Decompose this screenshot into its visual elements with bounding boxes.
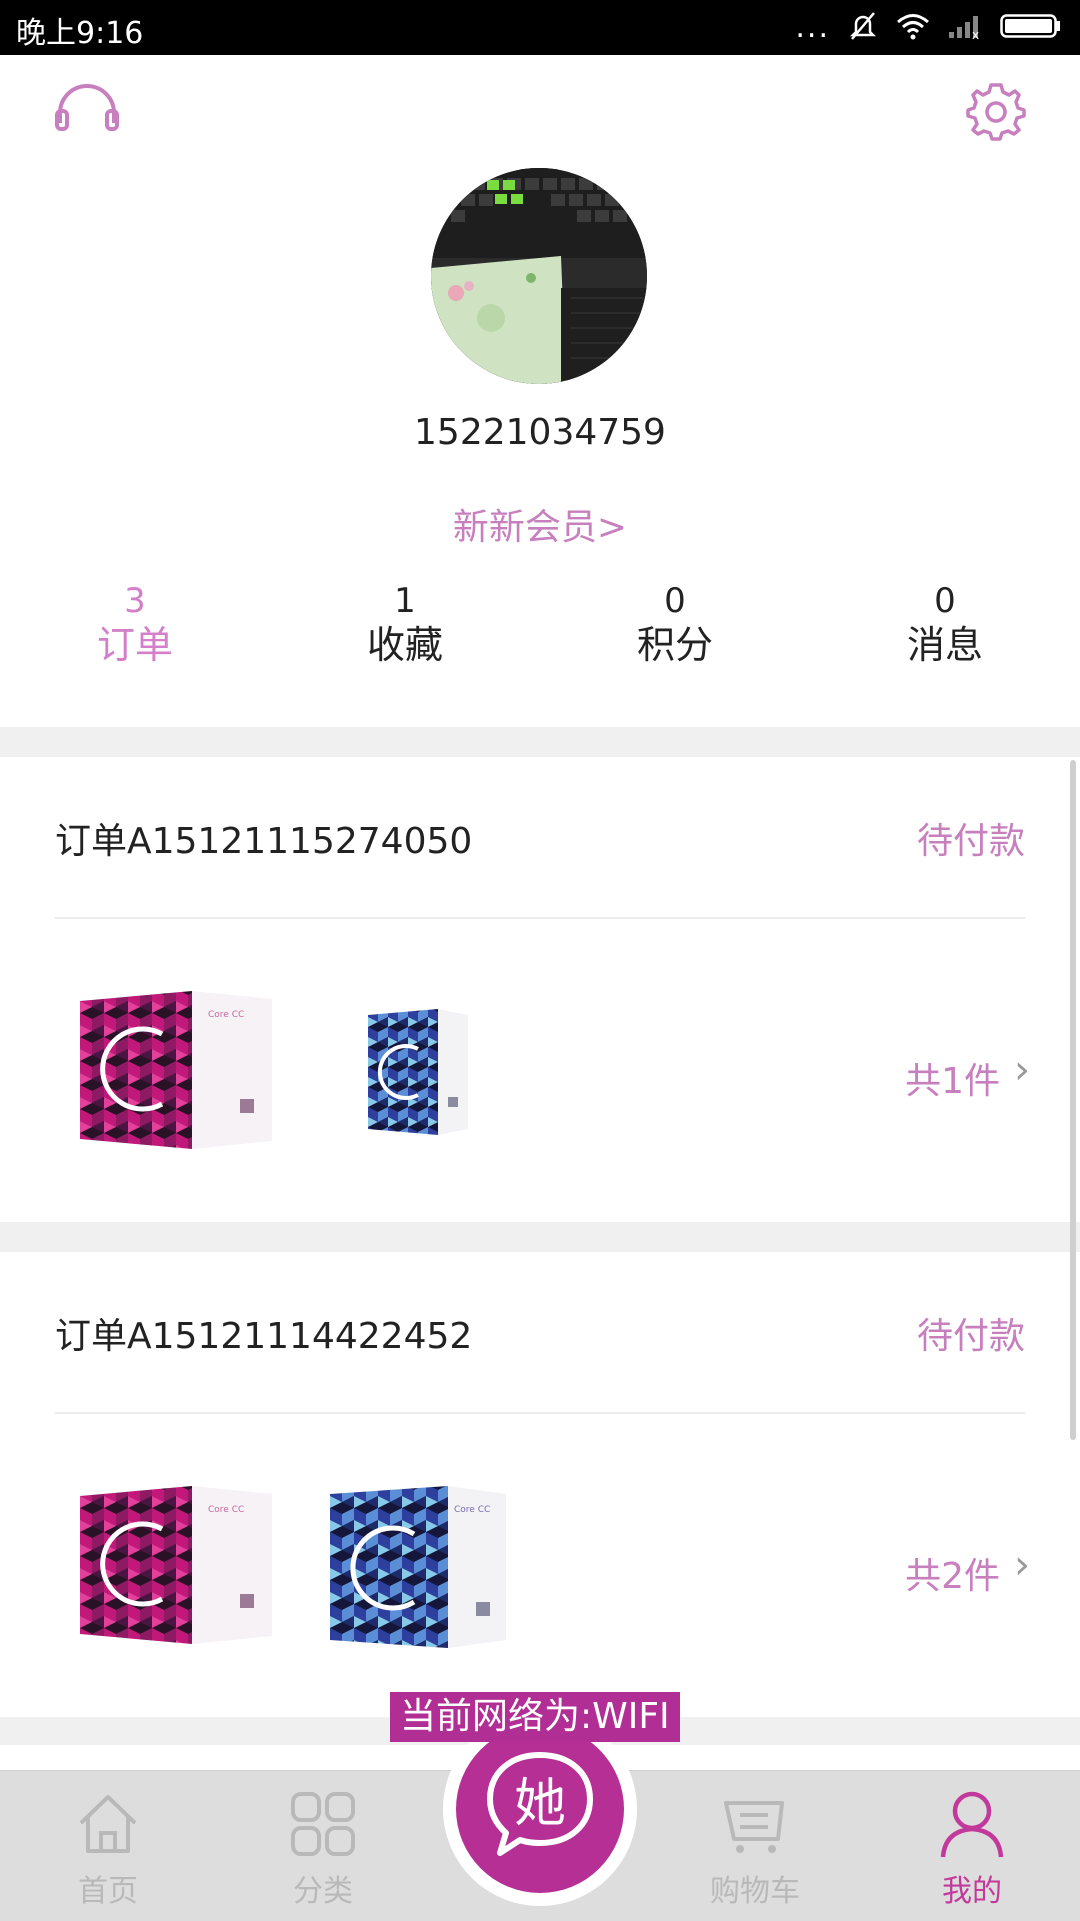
order-status: 待付款 — [916, 821, 1025, 862]
top-bar — [0, 55, 1080, 165]
chevron-right-icon[interactable]: › — [1014, 1047, 1030, 1093]
customer-service-headset-icon[interactable] — [47, 68, 127, 148]
stat-messages[interactable]: 0 消息 — [810, 580, 1080, 680]
stat-favorites-count: 1 — [394, 581, 416, 621]
speech-bubble-icon: 她 — [487, 1752, 593, 1856]
stat-messages-label: 消息 — [906, 623, 983, 667]
nav-cart[interactable]: 购物车 — [670, 1771, 840, 1921]
chevron-right-icon[interactable]: › — [1014, 1542, 1030, 1588]
stat-favorites-label: 收藏 — [366, 623, 443, 667]
nav-category[interactable]: 分类 — [238, 1771, 408, 1921]
stat-points-count: 0 — [664, 581, 686, 621]
section-divider — [0, 1222, 1080, 1252]
order-separator — [55, 1412, 1025, 1414]
user-phone-number: 15221034759 — [414, 412, 666, 453]
svg-text:x: x — [972, 28, 979, 40]
status-icons: ... x — [795, 6, 1062, 50]
battery-fill — [1005, 19, 1052, 33]
grid-icon — [291, 1792, 355, 1856]
order-status: 待付款 — [916, 1316, 1025, 1357]
order-id: 订单A15121115274050 — [55, 821, 473, 862]
nav-category-label: 分类 — [293, 1874, 353, 1909]
product-thumbnail-pink-box[interactable]: Core CC — [80, 1484, 272, 1648]
home-icon — [79, 1795, 137, 1853]
nav-cart-label: 购物车 — [710, 1874, 800, 1909]
wifi-icon — [896, 12, 930, 44]
scrollbar[interactable] — [1070, 760, 1076, 1440]
stat-favorites[interactable]: 1 收藏 — [270, 580, 540, 680]
status-time: 晚上9:16 — [16, 16, 144, 51]
user-icon — [940, 1791, 1004, 1858]
status-bar: 晚上9:16 ... x — [0, 0, 1080, 55]
order-id: 订单A15121114422452 — [55, 1316, 473, 1357]
order-separator — [55, 917, 1025, 919]
order-item-count[interactable]: 共2件 — [905, 1547, 1000, 1599]
stats-row: 3 订单 1 收藏 0 积分 0 消息 — [0, 580, 1080, 680]
stat-orders-count: 3 — [124, 581, 146, 621]
stat-points-label: 积分 — [636, 623, 713, 667]
stat-orders-label: 订单 — [96, 623, 173, 667]
product-thumbnail-blue-box[interactable] — [368, 1007, 468, 1141]
svg-text:Core CC: Core CC — [208, 1505, 244, 1515]
svg-text:Core CC: Core CC — [208, 1010, 244, 1020]
more-dots-icon: ... — [795, 10, 830, 45]
product-thumbnail-pink-box[interactable]: Core CC — [80, 989, 272, 1153]
product-thumbnail-blue-box[interactable]: Core CC — [330, 1484, 506, 1652]
bell-muted-icon — [848, 10, 878, 46]
center-button-label: 她 — [514, 1774, 566, 1834]
stat-messages-count: 0 — [934, 581, 956, 621]
nav-home[interactable]: 首页 — [23, 1771, 193, 1921]
battery-icon — [1000, 12, 1062, 44]
member-level-link[interactable]: 新新会员> — [0, 498, 1080, 550]
nav-home-label: 首页 — [78, 1874, 138, 1909]
nav-mine[interactable]: 我的 — [887, 1771, 1057, 1921]
order-card[interactable]: 订单A15121114422452 待付款 Core CC Core CC 共2… — [0, 1252, 1080, 1717]
order-card[interactable]: 订单A15121115274050 待付款 Core CC 共1件 › — [0, 757, 1080, 1222]
stat-points[interactable]: 0 积分 — [540, 580, 810, 680]
network-toast: 当前网络为:WIFI — [390, 1692, 680, 1742]
nav-mine-label: 我的 — [942, 1874, 1002, 1909]
avatar[interactable] — [431, 168, 647, 384]
cart-icon — [724, 1801, 784, 1853]
order-item-count[interactable]: 共1件 — [905, 1052, 1000, 1104]
section-divider — [0, 727, 1080, 757]
stat-orders[interactable]: 3 订单 — [0, 580, 270, 680]
settings-gear-icon[interactable] — [956, 71, 1036, 151]
signal-icon: x — [948, 12, 982, 44]
svg-text:Core CC: Core CC — [454, 1505, 490, 1515]
center-chat-circle: 她 — [456, 1725, 624, 1893]
